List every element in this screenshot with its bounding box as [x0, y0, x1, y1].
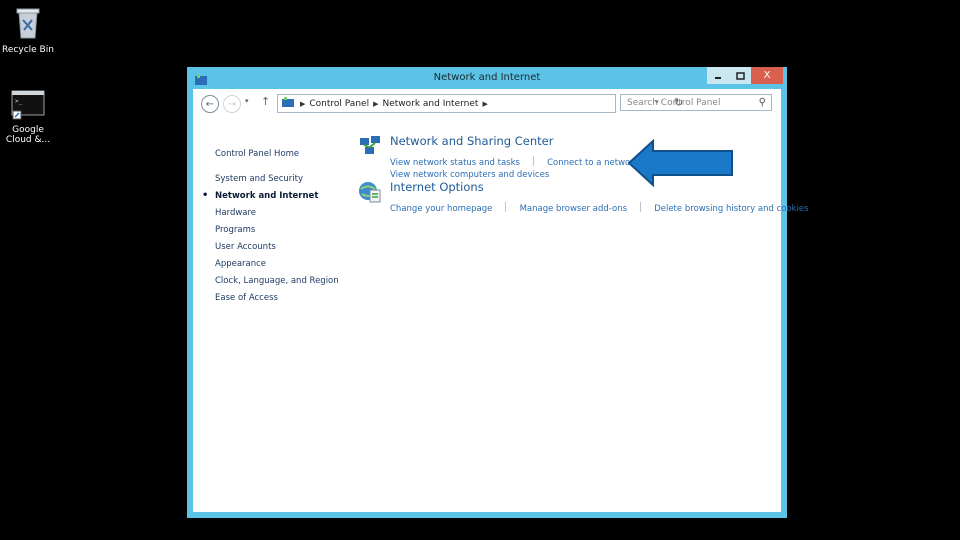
breadcrumb-separator-icon[interactable]: ▶ [300, 100, 305, 108]
left-navigation: Control Panel Home System and Security N… [202, 149, 339, 310]
link-divider [505, 201, 507, 212]
forward-arrow-icon: → [227, 98, 237, 110]
change-homepage-link[interactable]: Change your homepage [390, 204, 492, 214]
search-input[interactable]: Search Control Panel [627, 98, 720, 108]
address-bar[interactable]: ▶ Control Panel ▶ Network and Internet ▶… [277, 94, 683, 113]
back-arrow-icon: ← [205, 98, 215, 110]
nav-appearance[interactable]: Appearance [215, 259, 339, 276]
terminal-icon: >_ [11, 90, 45, 120]
google-cloud-shortcut[interactable]: >_ Google Cloud &... [0, 90, 56, 145]
address-control-panel-icon [282, 96, 294, 111]
recycle-bin-label: Recycle Bin [2, 45, 54, 55]
close-button[interactable]: X [751, 67, 783, 84]
control-panel-window: Network and Internet X ← → ▾ ↑ ▶ Control… [187, 67, 809, 518]
title-bar[interactable]: Network and Internet X [187, 67, 787, 89]
svg-text:>_: >_ [15, 98, 23, 105]
breadcrumb-network-and-internet[interactable]: Network and Internet [382, 99, 478, 109]
annotation-arrow-icon [627, 139, 733, 187]
nav-system-and-security[interactable]: System and Security [215, 174, 339, 191]
recycle-bin-icon [16, 8, 40, 39]
nav-programs[interactable]: Programs [215, 225, 339, 242]
maximize-button[interactable] [729, 67, 751, 84]
forward-button[interactable]: → [223, 95, 241, 113]
maximize-icon [735, 71, 745, 80]
internet-options-icon [358, 180, 382, 208]
network-sharing-icon [358, 134, 382, 162]
minimize-icon [715, 76, 721, 79]
nav-network-and-internet[interactable]: Network and Internet [202, 190, 339, 208]
navigation-bar: ← → ▾ ↑ ▶ Control Panel ▶ Network and In… [193, 89, 781, 119]
breadcrumb-separator-icon[interactable]: ▶ [373, 100, 378, 108]
internet-options-link[interactable]: Internet Options [390, 180, 484, 194]
google-cloud-label: Google Cloud &... [5, 125, 51, 145]
nav-user-accounts[interactable]: User Accounts [215, 242, 339, 259]
breadcrumb-control-panel[interactable]: Control Panel [309, 99, 369, 109]
recent-pages-chevron-icon[interactable]: ▾ [245, 97, 249, 105]
nav-hardware[interactable]: Hardware [215, 208, 339, 225]
close-icon: X [763, 70, 771, 81]
nav-clock-language-region[interactable]: Clock, Language, and Region [215, 276, 339, 293]
recycle-bin-shortcut[interactable]: Recycle Bin [0, 6, 56, 55]
view-network-computers-link[interactable]: View network computers and devices [390, 170, 549, 180]
network-sharing-center-link[interactable]: Network and Sharing Center [390, 134, 553, 148]
nav-ease-of-access[interactable]: Ease of Access [215, 293, 339, 310]
window-title: Network and Internet [433, 72, 541, 83]
back-button[interactable]: ← [201, 95, 219, 113]
search-box[interactable]: Search Control Panel ⚲ [620, 94, 772, 111]
manage-addons-link[interactable]: Manage browser add-ons [520, 204, 627, 214]
breadcrumb-separator-icon[interactable]: ▶ [482, 100, 487, 108]
link-divider [640, 201, 642, 212]
delete-browsing-history-link[interactable]: Delete browsing history and cookies [654, 204, 808, 214]
minimize-button[interactable] [707, 67, 729, 84]
up-button[interactable]: ↑ [261, 95, 270, 108]
control-panel-home-link[interactable]: Control Panel Home [215, 149, 339, 166]
search-icon[interactable]: ⚲ [759, 97, 766, 108]
connect-to-network-link[interactable]: Connect to a network [547, 158, 639, 168]
